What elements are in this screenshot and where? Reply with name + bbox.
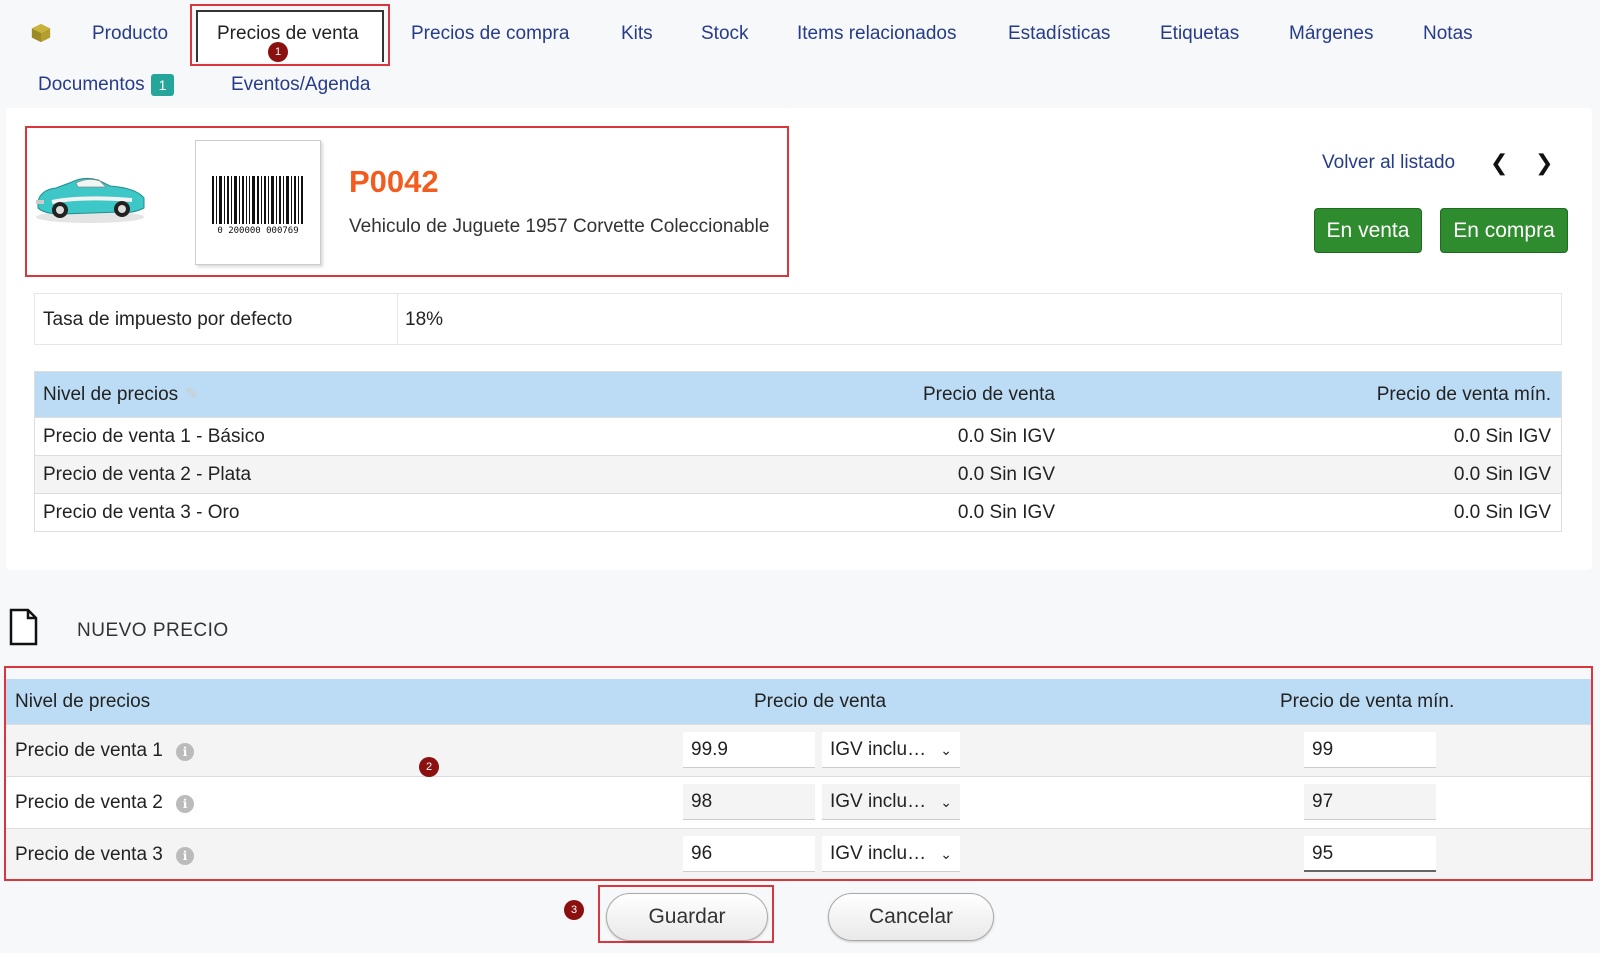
barcode-image: 0 200000 000769 <box>195 140 321 265</box>
header-precio-venta: Precio de venta <box>922 384 1055 405</box>
header-nivel-precios: Nivel de precios <box>43 384 179 405</box>
tab-producto[interactable]: Producto <box>92 23 168 45</box>
tab-kits[interactable]: Kits <box>621 23 653 45</box>
document-icon <box>9 608 38 646</box>
product-name: Vehiculo de Juguete 1957 Corvette Colecc… <box>349 216 770 237</box>
price-value: 0.0 Sin IGV <box>957 426 1055 447</box>
step-marker-1: 1 <box>268 42 288 62</box>
tab-notas[interactable]: Notas <box>1423 23 1473 45</box>
min-price-value: 0.0 Sin IGV <box>1453 426 1551 447</box>
header-precio-venta-min: Precio de venta mín. <box>1376 384 1551 405</box>
new-price-title: NUEVO PRECIO <box>77 620 229 641</box>
price-level-name: Precio de venta 1 - Básico <box>43 426 265 447</box>
tab-documentos[interactable]: Documentos 1 <box>38 74 175 96</box>
default-tax-label: Tasa de impuesto por defecto <box>43 309 293 330</box>
back-to-list-link[interactable]: Volver al listado <box>1322 152 1455 174</box>
table-row: Precio de venta 1 - Básico 0.0 Sin IGV 0… <box>35 417 1561 455</box>
tab-precios-compra[interactable]: Precios de compra <box>411 23 569 45</box>
default-tax-row: Tasa de impuesto por defecto 18% <box>34 293 1562 345</box>
tax-divider <box>397 294 398 344</box>
tab-items-relacionados[interactable]: Items relacionados <box>797 23 956 45</box>
status-en-venta-badge[interactable]: En venta <box>1314 208 1422 253</box>
status-en-compra-badge[interactable]: En compra <box>1440 208 1568 253</box>
tab-documentos-label: Documentos <box>38 74 145 96</box>
product-box-icon <box>31 23 51 43</box>
price-value: 0.0 Sin IGV <box>957 502 1055 523</box>
tab-stock[interactable]: Stock <box>701 23 749 45</box>
new-price-highlight-frame <box>4 666 1593 881</box>
table-header: Nivel de precios ✎ Precio de venta Preci… <box>35 372 1561 417</box>
price-value: 0.0 Sin IGV <box>957 464 1055 485</box>
tab-eventos-agenda[interactable]: Eventos/Agenda <box>231 74 370 96</box>
price-level-name: Precio de venta 2 - Plata <box>43 464 252 485</box>
price-level-name: Precio de venta 3 - Oro <box>43 502 240 523</box>
step-marker-2: 2 <box>419 757 439 777</box>
chevron-left-icon[interactable]: ❮ <box>1490 150 1508 176</box>
product-sku: P0042 <box>349 164 439 199</box>
min-price-value: 0.0 Sin IGV <box>1453 502 1551 523</box>
default-tax-value: 18% <box>405 309 444 330</box>
product-image <box>36 177 145 223</box>
table-row: Precio de venta 2 - Plata 0.0 Sin IGV 0.… <box>35 455 1561 493</box>
tab-precios-venta[interactable]: Precios de venta <box>217 23 359 45</box>
save-button[interactable]: Guardar <box>606 893 768 941</box>
min-price-value: 0.0 Sin IGV <box>1453 464 1551 485</box>
barcode-number: 0 200000 000769 <box>217 226 298 236</box>
tab-etiquetas[interactable]: Etiquetas <box>1160 23 1239 45</box>
pencil-icon[interactable]: ✎ <box>185 384 198 404</box>
tab-estadisticas[interactable]: Estadísticas <box>1008 23 1110 45</box>
step-marker-3: 3 <box>564 900 584 920</box>
tab-margenes[interactable]: Márgenes <box>1289 23 1374 45</box>
chevron-right-icon[interactable]: ❯ <box>1535 150 1553 176</box>
tab-bar: Producto Precios de venta 1 Precios de c… <box>0 0 1600 110</box>
documents-count-badge: 1 <box>150 74 175 96</box>
cancel-button[interactable]: Cancelar <box>828 893 994 941</box>
price-levels-table: Nivel de precios ✎ Precio de venta Preci… <box>34 371 1562 532</box>
table-row: Precio de venta 3 - Oro 0.0 Sin IGV 0.0 … <box>35 493 1561 531</box>
